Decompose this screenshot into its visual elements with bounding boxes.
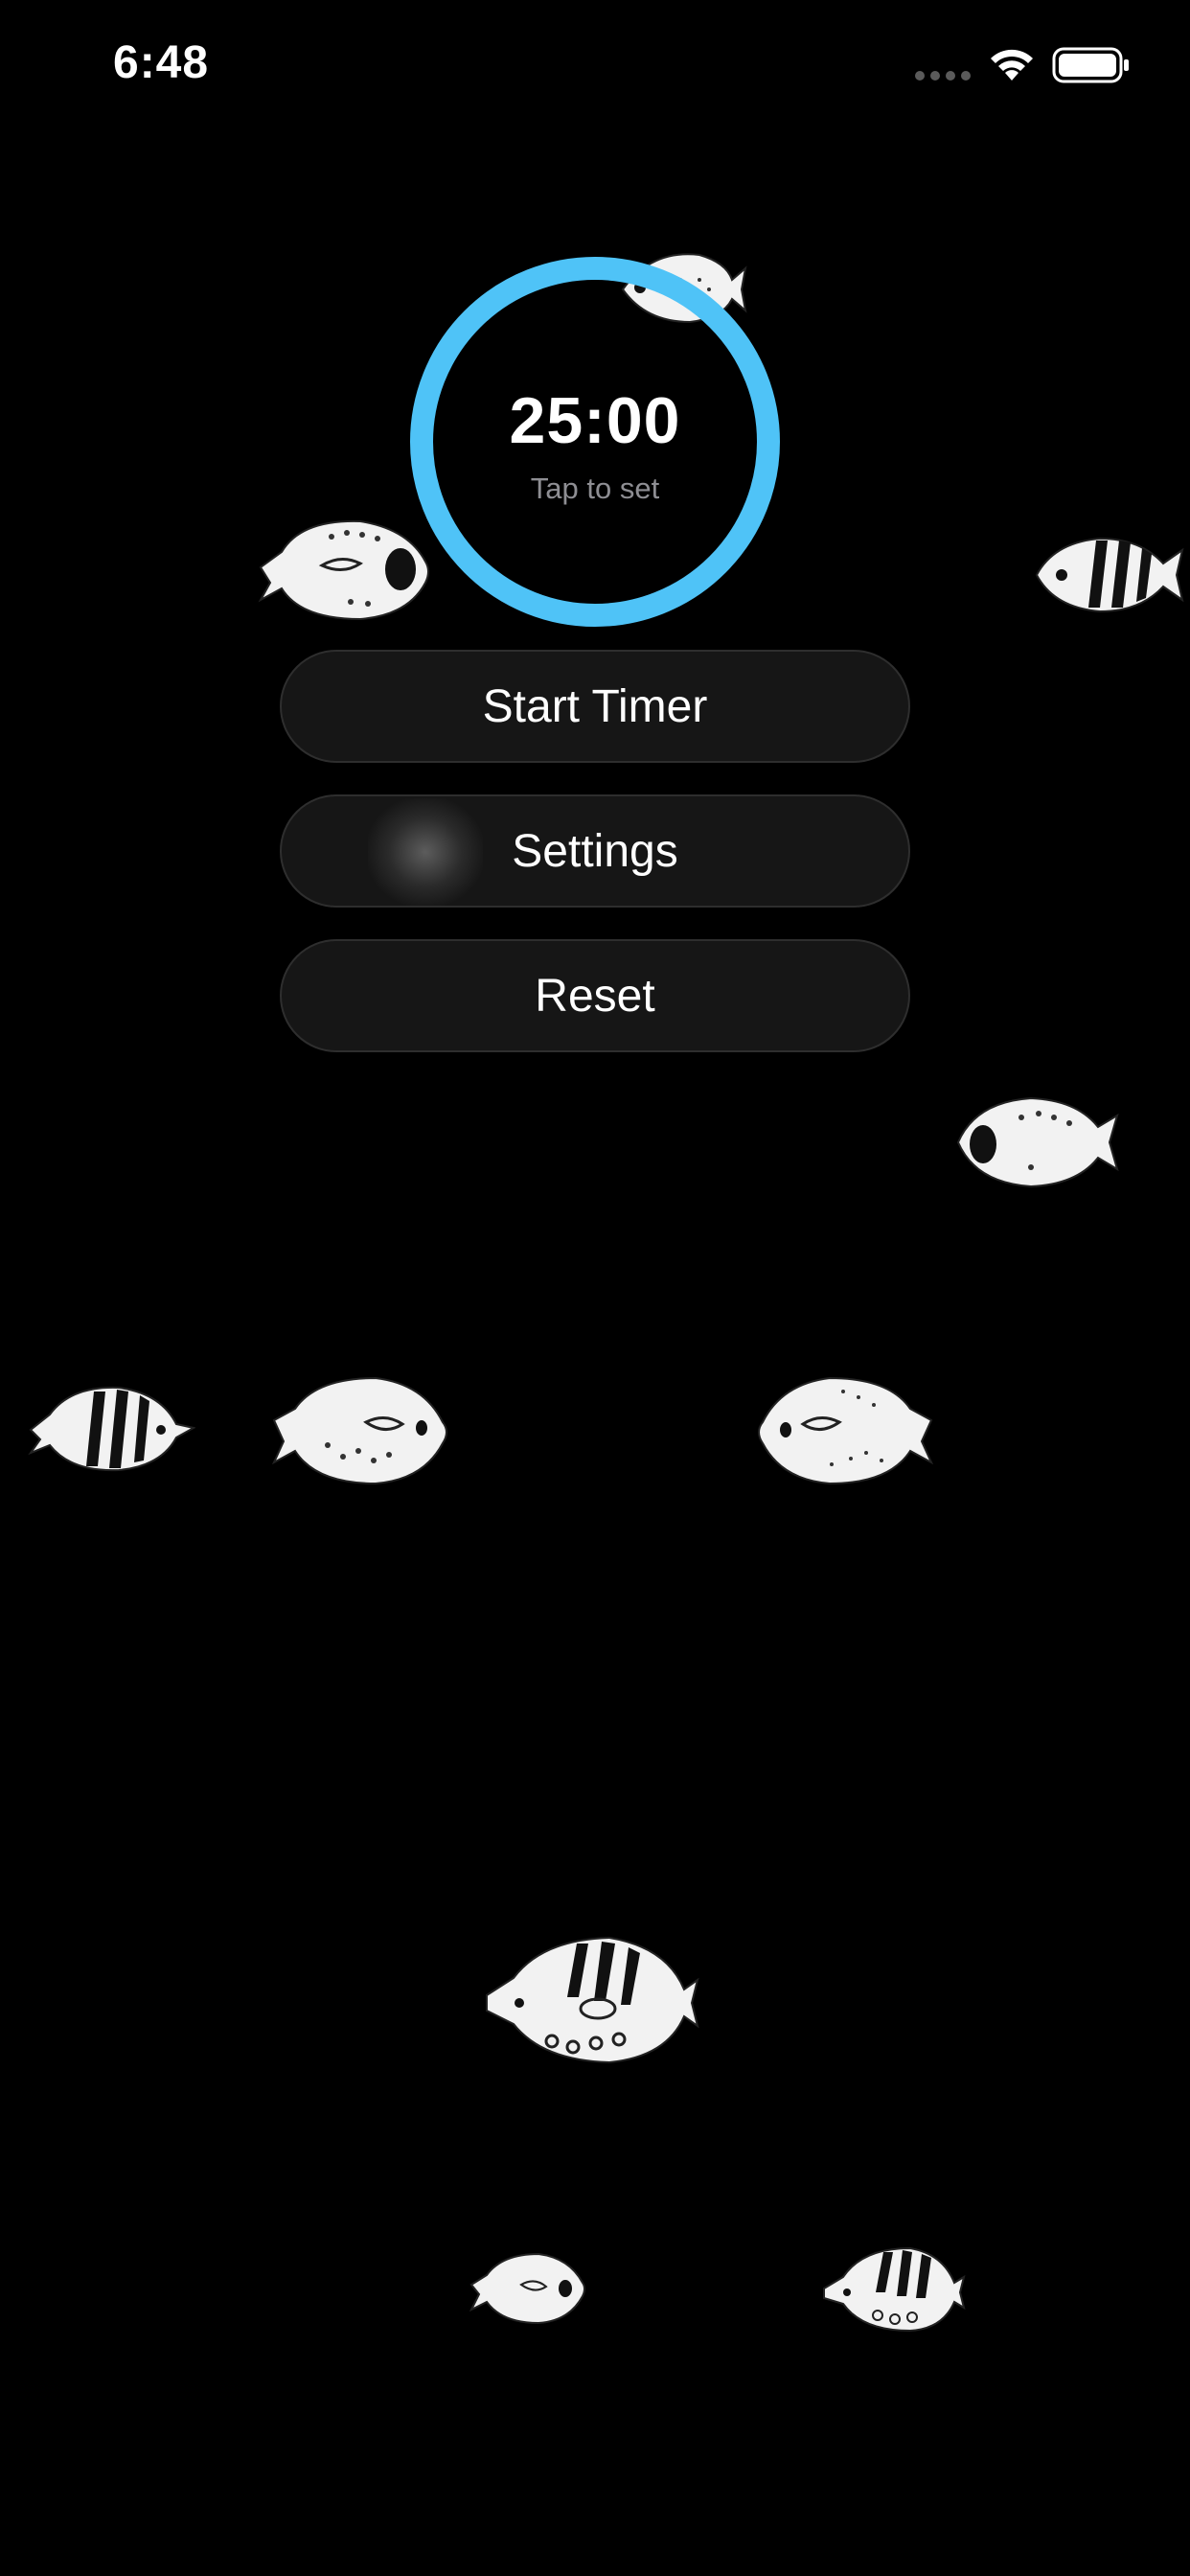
timer-ring[interactable]: 25:00 Tap to set xyxy=(410,257,780,627)
fish-icon xyxy=(1035,537,1184,613)
fish-icon xyxy=(823,2246,966,2333)
reset-label: Reset xyxy=(535,970,655,1022)
fish-icon xyxy=(368,798,483,906)
fish-icon xyxy=(469,2252,585,2325)
settings-button[interactable]: Settings xyxy=(280,794,910,908)
fish-icon xyxy=(271,1376,447,1485)
fish-icon xyxy=(486,1936,699,2064)
settings-label: Settings xyxy=(512,825,678,877)
start-timer-label: Start Timer xyxy=(482,680,708,732)
battery-icon xyxy=(1052,47,1129,83)
reset-button[interactable]: Reset xyxy=(280,939,910,1052)
timer-value: 25:00 xyxy=(509,384,681,457)
wifi-icon xyxy=(991,49,1033,80)
fish-icon xyxy=(956,1096,1119,1188)
start-timer-button[interactable]: Start Timer xyxy=(280,650,910,763)
fish-icon xyxy=(758,1376,934,1485)
status-time: 6:48 xyxy=(113,37,210,88)
fish-icon xyxy=(258,519,429,621)
fish-icon xyxy=(28,1386,195,1472)
app-screen: 6:48 25:00 Tap to set Start Timer Settin… xyxy=(0,0,1190,2576)
timer-hint: Tap to set xyxy=(530,472,660,505)
signal-icon xyxy=(915,71,971,80)
